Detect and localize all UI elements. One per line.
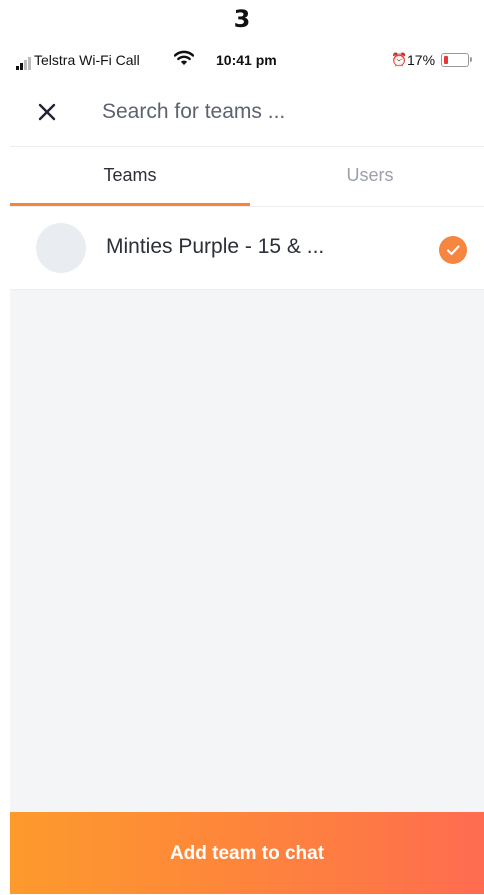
empty-list-area [10, 290, 484, 812]
signal-icon [16, 57, 31, 70]
phone-screen: Telstra Wi-Fi Call 10:41 pm ⏰ 17% Teams … [10, 40, 484, 894]
team-name: Minties Purple - 15 & ... [106, 235, 325, 258]
tab-bar: Teams Users [10, 147, 484, 207]
carrier-name: Telstra Wi-Fi Call [34, 52, 140, 68]
search-input[interactable] [102, 96, 462, 128]
tab-teams[interactable]: Teams [10, 147, 250, 205]
tab-users[interactable]: Users [250, 147, 484, 205]
close-icon[interactable] [34, 99, 60, 125]
step-number: 3 [233, 5, 251, 33]
alarm-icon: ⏰ [391, 52, 408, 67]
wifi-icon [173, 50, 195, 69]
add-team-to-chat-button[interactable]: Add team to chat [10, 812, 484, 894]
status-time: 10:41 pm [216, 52, 277, 68]
battery-percent: 17% [407, 52, 436, 68]
team-avatar [36, 223, 86, 273]
team-list-item[interactable]: Minties Purple - 15 & ... [10, 207, 484, 289]
search-bar [10, 84, 484, 140]
checkmark-icon[interactable] [439, 236, 467, 264]
battery-icon [441, 53, 472, 67]
status-bar: Telstra Wi-Fi Call 10:41 pm ⏰ 17% [10, 40, 484, 84]
